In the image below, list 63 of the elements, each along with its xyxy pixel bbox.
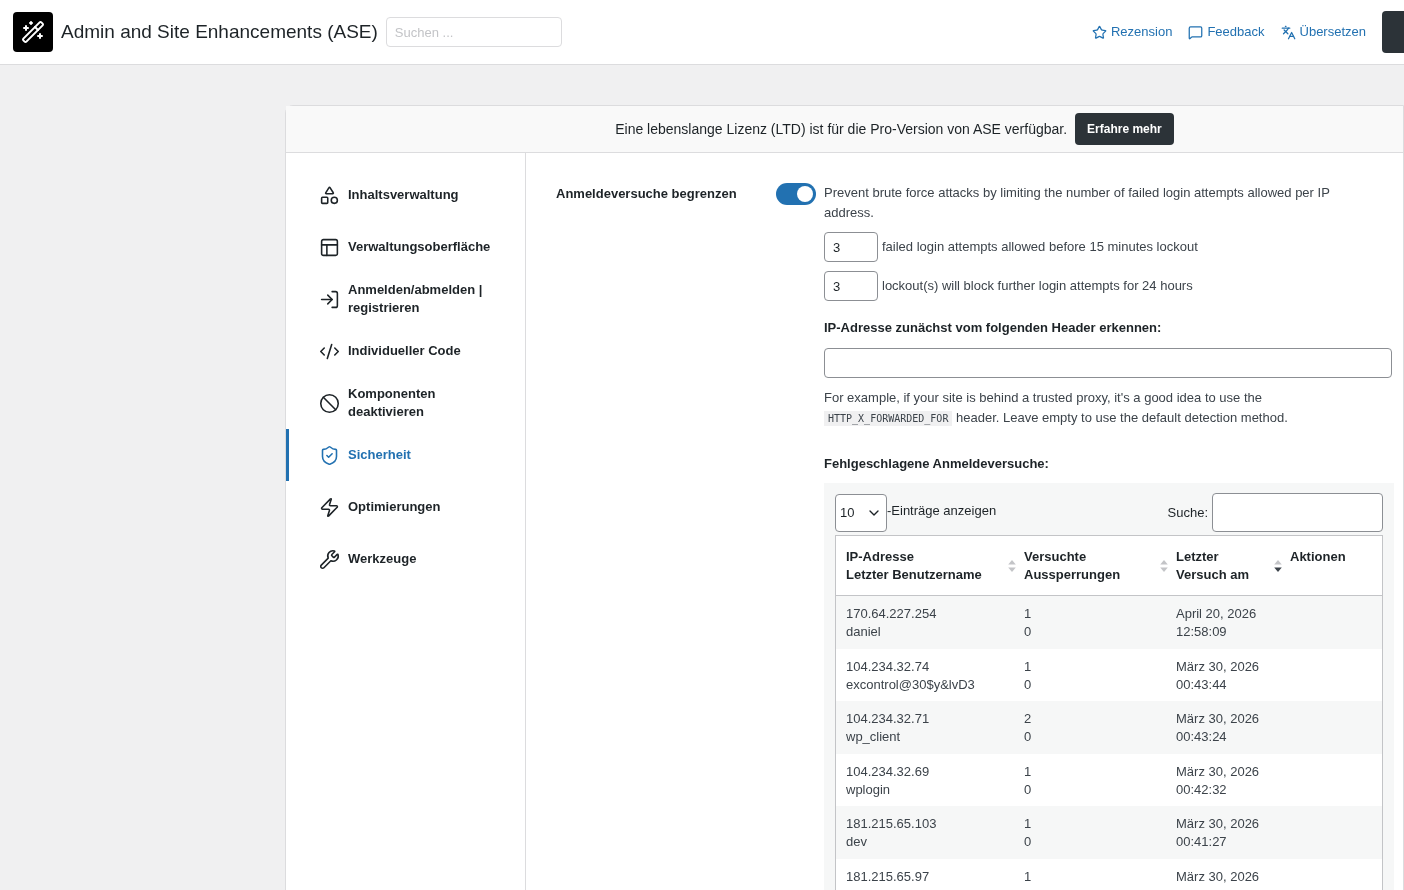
setting-label: Anmeldeversuche begrenzen — [556, 185, 738, 203]
star-icon — [1092, 24, 1107, 40]
app-title: Admin and Site Enhancements (ASE) — [61, 19, 378, 44]
column-header[interactable]: Versuchte Aussperrungen — [1024, 548, 1160, 584]
sidebar-item[interactable]: Sicherheit — [286, 429, 525, 481]
search-label: Suche: — [1167, 503, 1208, 522]
translate-icon — [1280, 24, 1296, 40]
sidebar-item[interactable]: Inhaltsverwaltung — [286, 169, 525, 221]
column-header[interactable]: Aktionen — [1290, 548, 1374, 566]
learn-more-button[interactable]: Erfahre mehr — [1075, 113, 1174, 145]
field-caption: failed login attempts allowed before 15 minutes lockout — [882, 238, 1198, 257]
table-cell-text: 1 — [1024, 867, 1033, 886]
page-size-select[interactable]: 10 — [835, 493, 887, 532]
sidebar-item[interactable]: Komponenten deaktivieren — [286, 377, 525, 429]
header-link[interactable]: Rezension — [1092, 22, 1173, 42]
table-cell-text: 104.234.32.71 wp_client — [846, 710, 931, 746]
table-cell-text: 170.64.227.254 daniel — [846, 605, 938, 641]
header-link[interactable]: Übersetzen — [1280, 22, 1366, 42]
table-cell-text: 1 0 — [1024, 605, 1033, 641]
sidebar-item[interactable]: Individueller Code — [286, 325, 525, 377]
table-cell-text: 1 0 — [1024, 657, 1033, 694]
help-text: For example, if your site is behind a trusted proxy, it's a good idea to use the HTTP_X_FORWARDED_FOR header. Leave empty to use the default detection method. — [824, 388, 1289, 428]
sidebar-item[interactable]: Werkzeuge — [286, 533, 525, 585]
lightning-icon — [319, 496, 340, 518]
table-cell-text: 2 0 — [1024, 710, 1033, 746]
header-link[interactable]: Feedback — [1188, 22, 1265, 42]
table-search-field[interactable] — [1212, 493, 1383, 532]
sidebar-item[interactable]: Optimierungen — [286, 481, 525, 533]
speech-bubble-icon — [1188, 24, 1204, 40]
table-cell-text: 1 0 — [1024, 762, 1033, 799]
table-label: Fehlgeschlagene Anmeldeversuche: — [824, 454, 1050, 473]
table-cell-text: 181.215.65.103 dev — [846, 815, 938, 851]
number-field[interactable]: 3 — [824, 232, 878, 262]
logo-icon — [13, 12, 53, 52]
sidebar-item[interactable]: Anmelden/abmelden | registrieren — [286, 273, 525, 325]
table-cell-text: 1 0 — [1024, 815, 1033, 851]
number-field[interactable]: 3 — [824, 271, 878, 301]
login-icon — [319, 288, 340, 310]
tools-icon — [319, 548, 340, 570]
table-cell-text: März 30, 2026 00:41:27 — [1176, 815, 1261, 851]
table-cell-text: April 20, 2026 12:58:09 — [1176, 605, 1258, 641]
shield-icon — [319, 444, 340, 466]
table-cell-text: März 30, 2026 00:43:44 — [1176, 657, 1261, 694]
header-field-label: IP-Adresse zunächst vom folgenden Header erkennen: — [824, 319, 1163, 337]
header-field[interactable] — [824, 347, 1392, 378]
column-header[interactable]: Letzter Versuch am — [1176, 548, 1274, 584]
setting-description: Prevent brute force attacks by limiting the number of failed login attempts allowed per IP address. — [824, 184, 1331, 222]
toggle-switch[interactable] — [776, 183, 816, 205]
table-cell-text: März 30, 2026 — [1176, 867, 1261, 886]
table-cell-text: 104.234.32.69 wplogin — [846, 762, 931, 799]
table-cell-text: März 30, 2026 00:43:24 — [1176, 710, 1261, 746]
column-header[interactable]: IP-Adresse Letzter Benutzername — [846, 548, 1008, 584]
prohibited-icon — [319, 392, 340, 414]
table-cell-text: 104.234.32.74 excontrol@30$y&lvD3 — [846, 657, 976, 694]
banner-text: Eine lebenslange Lizenz (LTD) ist für die Pro-Version von ASE verfügbar. — [615, 119, 1068, 139]
page-size-label: -Einträge anzeigen — [887, 502, 997, 520]
search-field[interactable]: Suchen ... — [385, 17, 562, 47]
sidebar-item[interactable]: Verwaltungsoberfläche — [286, 221, 525, 273]
table-cell-text: 181.215.65.97 — [846, 867, 931, 886]
table-cell-text: März 30, 2026 00:42:32 — [1176, 762, 1261, 799]
shapes-icon — [319, 184, 340, 206]
layout-icon — [319, 236, 340, 258]
field-caption: lockout(s) will block further login attempts for 24 hours — [882, 277, 1193, 296]
